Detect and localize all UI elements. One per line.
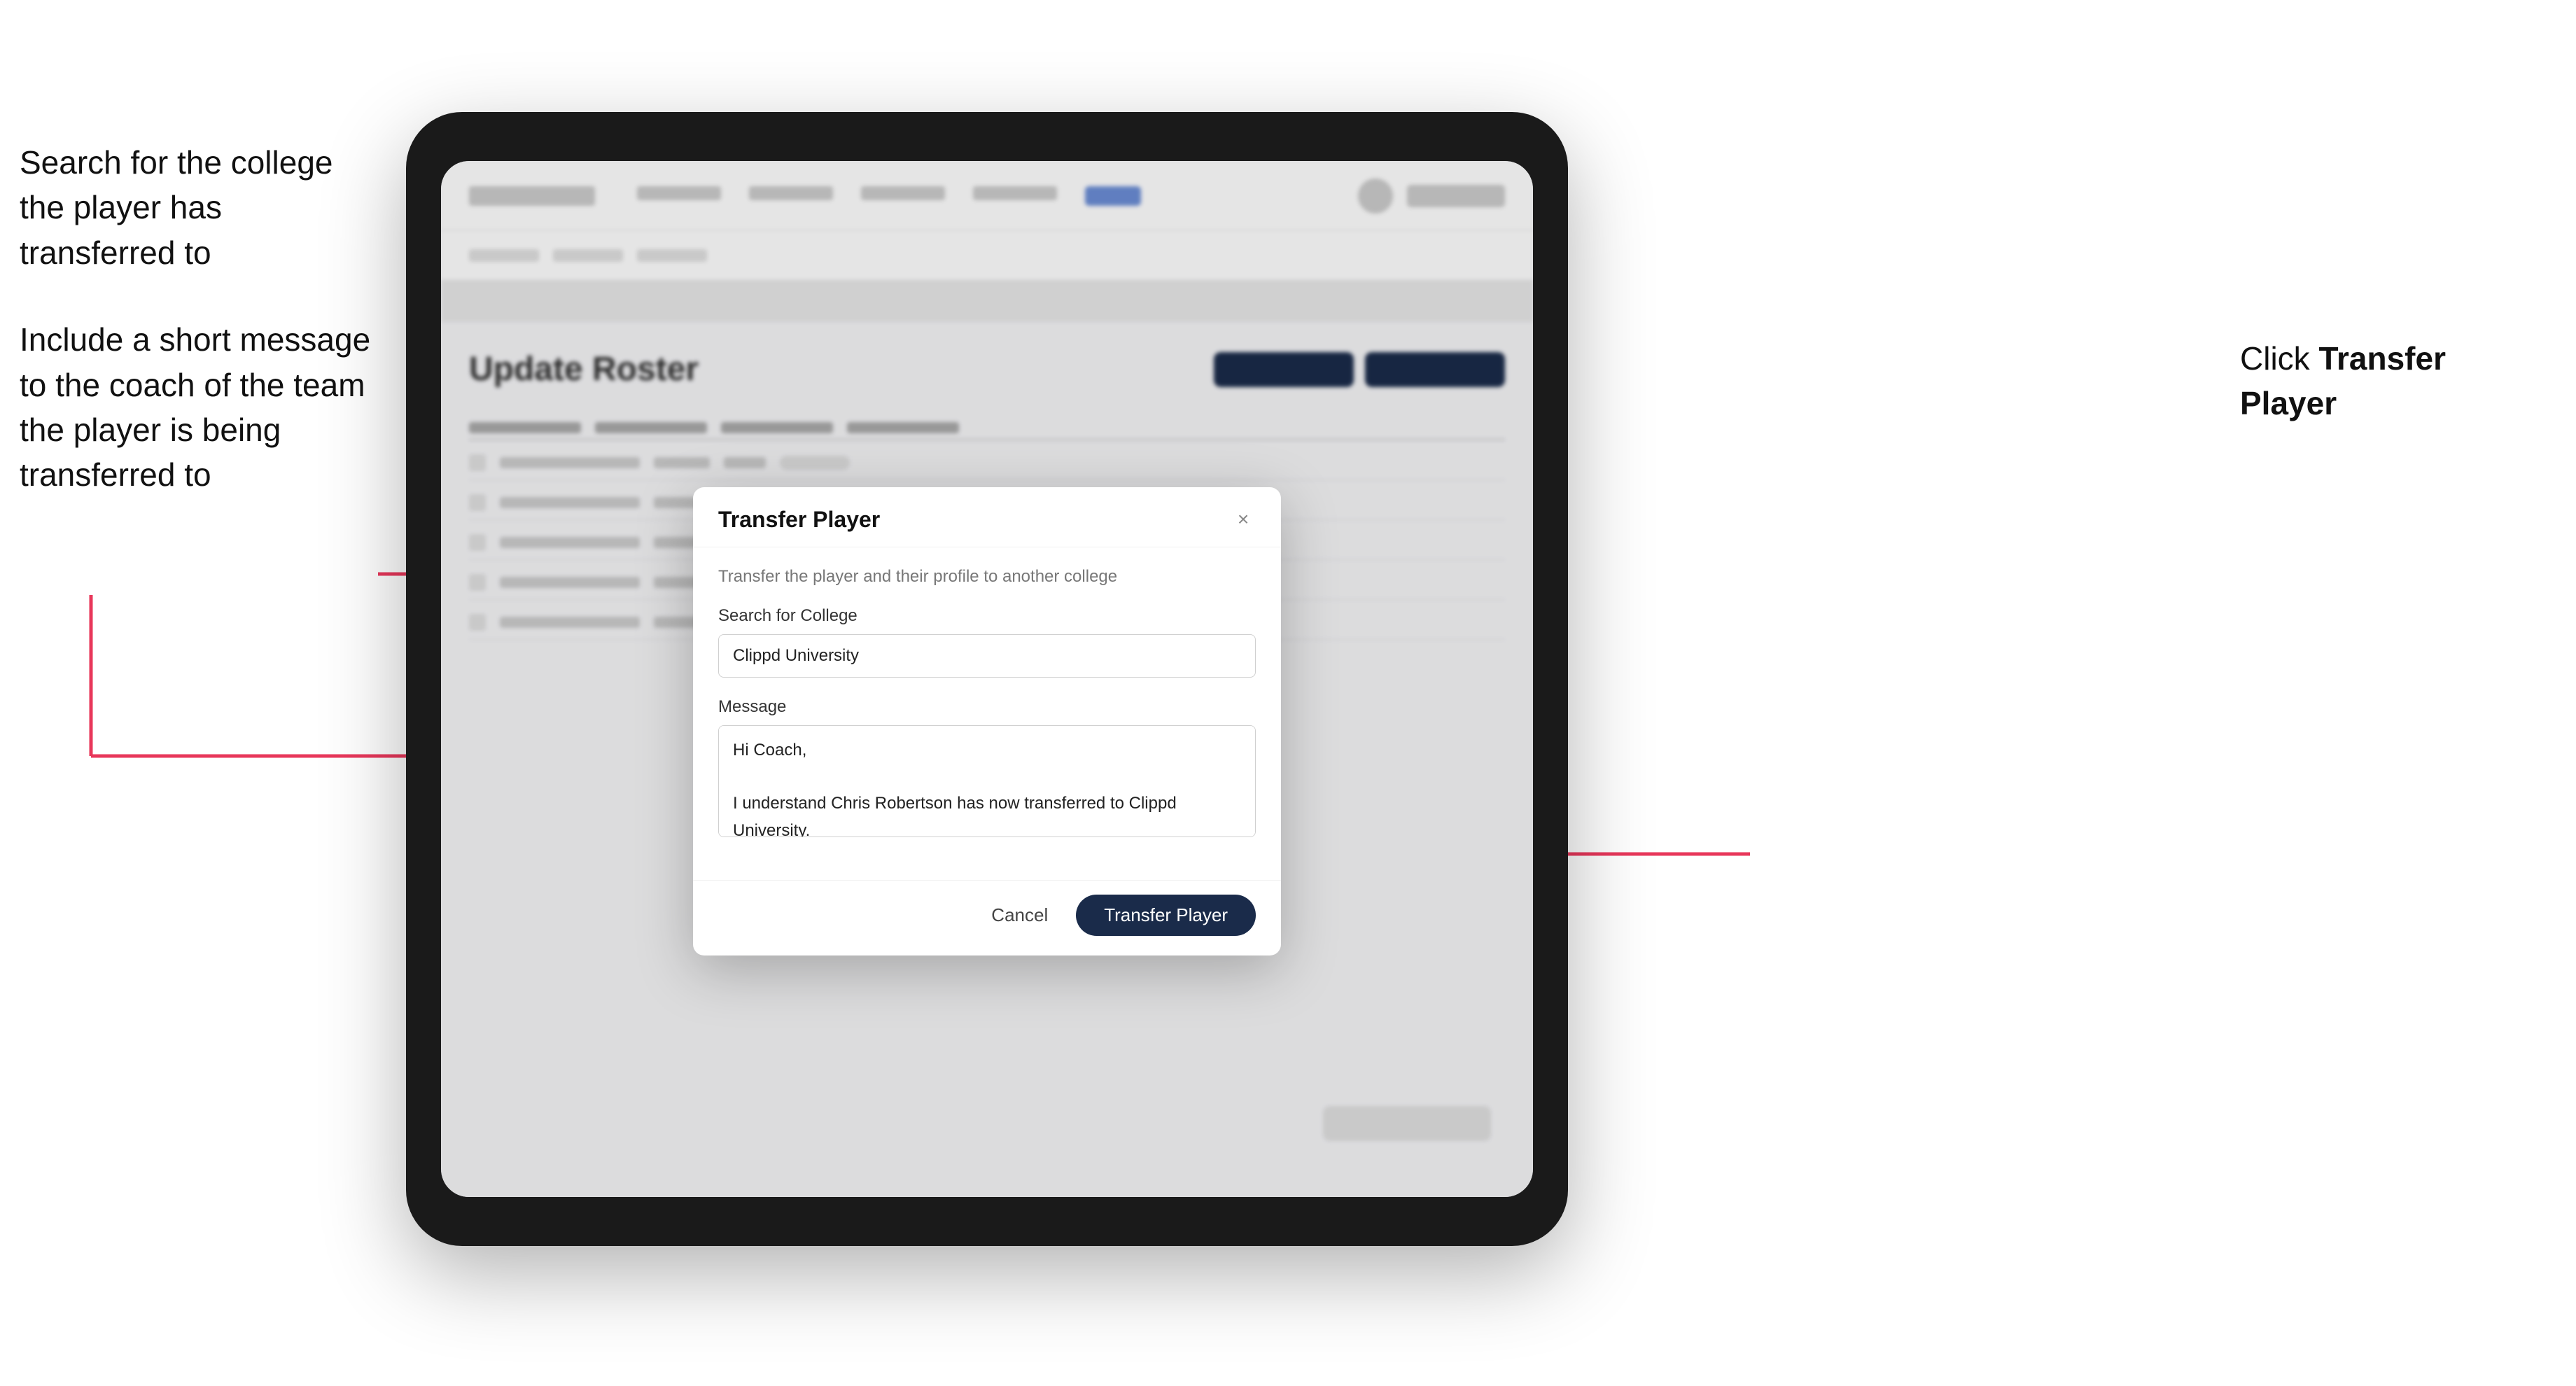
tablet-device: Update Roster [406, 112, 1568, 1246]
cancel-button[interactable]: Cancel [977, 897, 1062, 933]
message-group: Message Hi Coach, I understand Chris Rob… [718, 697, 1256, 841]
transfer-player-modal: Transfer Player × Transfer the player an… [693, 487, 1281, 955]
search-college-group: Search for College [718, 606, 1256, 678]
message-label: Message [718, 697, 1256, 717]
search-college-input[interactable] [718, 634, 1256, 678]
modal-overlay: Transfer Player × Transfer the player an… [441, 161, 1533, 1197]
message-textarea[interactable]: Hi Coach, I understand Chris Robertson h… [718, 725, 1256, 837]
annotation-search-text: Search for the college the player has tr… [20, 140, 384, 275]
annotation-transfer-text: Click Transfer Player [2240, 336, 2520, 426]
modal-subtitle: Transfer the player and their profile to… [718, 567, 1256, 587]
modal-body: Transfer the player and their profile to… [693, 547, 1281, 880]
modal-header: Transfer Player × [693, 487, 1281, 547]
search-college-label: Search for College [718, 606, 1256, 626]
annotation-right: Click Transfer Player [2240, 336, 2520, 426]
annotation-message-text: Include a short message to the coach of … [20, 317, 384, 498]
modal-footer: Cancel Transfer Player [693, 880, 1281, 955]
modal-close-button[interactable]: × [1231, 507, 1256, 532]
annotation-left: Search for the college the player has tr… [20, 140, 384, 540]
modal-title: Transfer Player [718, 507, 880, 533]
tablet-screen: Update Roster [441, 161, 1533, 1197]
transfer-player-button[interactable]: Transfer Player [1076, 895, 1256, 936]
